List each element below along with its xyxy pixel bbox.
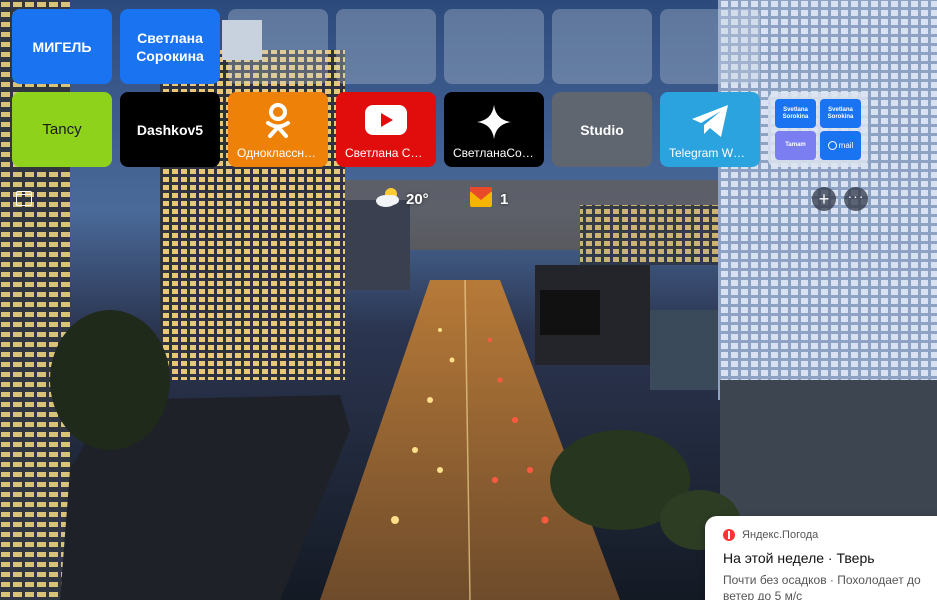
telegram-icon bbox=[660, 104, 760, 138]
odnoklassniki-icon bbox=[228, 102, 328, 140]
tile-empty-slot[interactable] bbox=[444, 9, 544, 84]
tile-dashkov5[interactable]: Dashkov5 bbox=[120, 92, 220, 167]
tile-sparkle[interactable]: СветланаСо… bbox=[444, 92, 544, 167]
more-button[interactable]: ··· bbox=[844, 187, 868, 211]
tile-label: МИГЕЛЬ bbox=[32, 38, 92, 55]
window-icon[interactable] bbox=[16, 191, 32, 206]
mini-tile-label: Svetlana Sorokina bbox=[782, 106, 809, 120]
tile-telegram[interactable]: Telegram W… bbox=[660, 92, 760, 167]
tile-empty-slot[interactable] bbox=[336, 9, 436, 84]
tile-tancy[interactable]: Tancy bbox=[12, 92, 112, 167]
card-text-line2: ветер до 5 м/с bbox=[723, 589, 803, 600]
tile-label: Dashkov5 bbox=[136, 121, 204, 138]
yandex-weather-icon bbox=[723, 529, 735, 541]
tile-studio[interactable]: Studio bbox=[552, 92, 652, 167]
tile-label: Светлана С… bbox=[345, 146, 423, 160]
partly-cloudy-icon bbox=[374, 186, 402, 213]
tile-label: Одноклассн… bbox=[237, 146, 317, 160]
card-source: Яндекс.Погода bbox=[723, 529, 937, 541]
sparkle-icon bbox=[444, 105, 544, 139]
tile-empty-slot[interactable] bbox=[552, 9, 652, 84]
mail-widget[interactable]: 1 bbox=[470, 187, 508, 212]
weather-temperature: 20° bbox=[406, 191, 429, 208]
tile-youtube[interactable]: Светлана С… bbox=[336, 92, 436, 167]
tile-label: Tancy bbox=[42, 120, 82, 138]
weather-widget[interactable]: 20° bbox=[374, 186, 429, 213]
card-title: На этой неделе · Тверь bbox=[723, 550, 875, 566]
tile-migel[interactable]: МИГЕЛЬ bbox=[12, 9, 112, 84]
mini-tile-svetlana-sorokina: Svetlana Sorokina bbox=[820, 99, 861, 128]
mini-tile-svetlana-sorokina: Svetlana Sorokina bbox=[775, 99, 816, 128]
mini-tile-mail: mail bbox=[820, 131, 861, 160]
youtube-icon bbox=[336, 105, 436, 135]
mini-tile-label: Tamam bbox=[785, 142, 806, 148]
plus-icon: + bbox=[818, 189, 830, 209]
tile-label: Telegram W… bbox=[669, 146, 746, 160]
tile-empty-slot[interactable] bbox=[660, 9, 760, 84]
tile-svetlana-sorokina[interactable]: Светлана Сорокина bbox=[120, 9, 220, 84]
tile-label: Светлана Сорокина bbox=[136, 29, 204, 64]
mini-tile-label: Svetlana Sorokina bbox=[827, 106, 854, 120]
tile-odnoklassniki[interactable]: Одноклассн… bbox=[228, 92, 328, 167]
tile-label: СветланаСо… bbox=[453, 146, 534, 160]
card-source-label: Яндекс.Погода bbox=[742, 529, 819, 541]
mini-tile-label: mail bbox=[838, 141, 854, 150]
mini-tile-tamam: Tamam bbox=[775, 131, 816, 160]
weather-notification-card[interactable]: Яндекс.Погода На этой неделе · Тверь Поч… bbox=[705, 516, 937, 600]
tile-label: Studio bbox=[580, 121, 624, 138]
mail-at-icon bbox=[827, 141, 837, 150]
tile-empty-slot[interactable] bbox=[228, 9, 328, 84]
ellipsis-icon: ··· bbox=[847, 188, 865, 204]
mail-unread-count: 1 bbox=[500, 191, 509, 208]
add-button[interactable]: + bbox=[812, 187, 836, 211]
mail-envelope-icon bbox=[470, 187, 492, 212]
city-night-image bbox=[0, 0, 937, 600]
tile-group-folder[interactable]: Svetlana Sorokina Svetlana Sorokina Tama… bbox=[768, 92, 868, 167]
card-text-line1: Почти без осадков · Похолодает до bbox=[723, 573, 921, 587]
background-wallpaper bbox=[0, 0, 937, 600]
